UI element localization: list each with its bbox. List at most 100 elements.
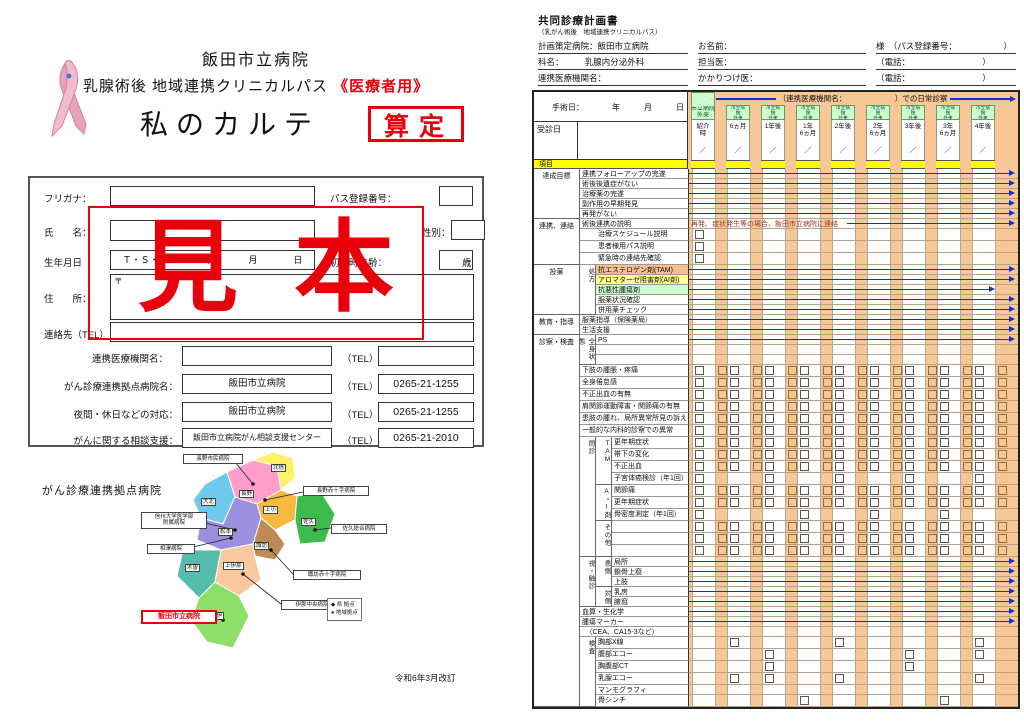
surgery-date-field[interactable]: 手術日： 年 月 日	[534, 92, 687, 122]
checkbox[interactable]	[800, 522, 809, 531]
checkbox[interactable]	[695, 546, 704, 555]
checkbox[interactable]	[730, 378, 739, 387]
checkbox[interactable]	[870, 438, 879, 447]
checkbox[interactable]	[718, 426, 727, 435]
checkbox[interactable]	[823, 546, 832, 555]
checkbox[interactable]	[823, 534, 832, 543]
checkbox[interactable]	[835, 450, 844, 459]
checkbox[interactable]	[765, 662, 774, 671]
checkbox[interactable]	[998, 402, 1007, 411]
checkbox[interactable]	[998, 450, 1007, 459]
checkbox[interactable]	[870, 414, 879, 423]
checkbox[interactable]	[753, 426, 762, 435]
checkbox[interactable]	[940, 438, 949, 447]
checkbox[interactable]	[928, 534, 937, 543]
checkbox[interactable]	[975, 638, 984, 647]
checkbox[interactable]	[858, 462, 867, 471]
checkbox[interactable]	[800, 366, 809, 375]
checkbox[interactable]	[858, 390, 867, 399]
checkbox[interactable]	[730, 438, 739, 447]
checkbox[interactable]	[858, 450, 867, 459]
checkbox[interactable]	[718, 378, 727, 387]
checkbox[interactable]	[893, 378, 902, 387]
checkbox[interactable]	[893, 486, 902, 495]
checkbox[interactable]	[765, 486, 774, 495]
checkbox[interactable]	[695, 254, 704, 263]
checkbox[interactable]	[998, 390, 1007, 399]
checkbox[interactable]	[928, 426, 937, 435]
checkbox[interactable]	[870, 402, 879, 411]
checkbox[interactable]	[835, 674, 844, 683]
checkbox[interactable]	[928, 546, 937, 555]
checkbox[interactable]	[905, 662, 914, 671]
checkbox[interactable]	[940, 390, 949, 399]
checkbox[interactable]	[858, 402, 867, 411]
checkbox[interactable]	[858, 534, 867, 543]
checkbox[interactable]	[858, 498, 867, 507]
checkbox[interactable]	[893, 402, 902, 411]
patient-name-field[interactable]: お名前：	[698, 40, 866, 54]
checkbox[interactable]	[753, 450, 762, 459]
checkbox[interactable]	[905, 522, 914, 531]
checkbox[interactable]	[975, 522, 984, 531]
checkbox[interactable]	[893, 414, 902, 423]
checkbox[interactable]	[858, 438, 867, 447]
checkbox[interactable]	[823, 438, 832, 447]
checkbox[interactable]	[940, 414, 949, 423]
checkbox[interactable]	[718, 450, 727, 459]
checkbox[interactable]	[893, 450, 902, 459]
checkbox[interactable]	[975, 546, 984, 555]
checkbox[interactable]	[963, 402, 972, 411]
checkbox[interactable]	[975, 498, 984, 507]
checkbox[interactable]	[788, 414, 797, 423]
checkbox[interactable]	[753, 534, 762, 543]
checkbox[interactable]	[975, 674, 984, 683]
checkbox[interactable]	[788, 450, 797, 459]
checkbox[interactable]	[765, 522, 774, 531]
checkbox[interactable]	[765, 438, 774, 447]
checkbox[interactable]	[718, 546, 727, 555]
checkbox[interactable]	[835, 498, 844, 507]
checkbox[interactable]	[835, 414, 844, 423]
checkbox[interactable]	[928, 390, 937, 399]
checkbox[interactable]	[998, 378, 1007, 387]
checkbox[interactable]	[940, 450, 949, 459]
checkbox[interactable]	[765, 402, 774, 411]
checkbox[interactable]	[823, 378, 832, 387]
checkbox[interactable]	[893, 522, 902, 531]
date-slash-cell[interactable]: ／	[726, 145, 750, 159]
checkbox[interactable]	[718, 390, 727, 399]
checkbox[interactable]	[788, 366, 797, 375]
checkbox[interactable]	[765, 534, 774, 543]
checkbox[interactable]	[858, 366, 867, 375]
furigana-field[interactable]	[110, 186, 315, 206]
checkbox[interactable]	[963, 546, 972, 555]
checkbox[interactable]	[823, 486, 832, 495]
checkbox[interactable]	[975, 402, 984, 411]
checkbox[interactable]	[975, 486, 984, 495]
checkbox[interactable]	[695, 242, 704, 251]
checkbox[interactable]	[975, 438, 984, 447]
checkbox[interactable]	[753, 546, 762, 555]
checkbox[interactable]	[730, 414, 739, 423]
checkbox[interactable]	[823, 402, 832, 411]
checkbox[interactable]	[998, 366, 1007, 375]
checkbox[interactable]	[893, 366, 902, 375]
checkbox[interactable]	[870, 366, 879, 375]
checkbox[interactable]	[695, 534, 704, 543]
checkbox[interactable]	[823, 390, 832, 399]
date-slash-cell[interactable]: ／	[936, 145, 960, 159]
checkbox[interactable]	[905, 462, 914, 471]
checkbox[interactable]	[800, 486, 809, 495]
checkbox[interactable]	[753, 402, 762, 411]
checkbox[interactable]	[975, 390, 984, 399]
checkbox[interactable]	[858, 414, 867, 423]
checkbox[interactable]	[963, 366, 972, 375]
checkbox[interactable]	[765, 462, 774, 471]
checkbox[interactable]	[940, 366, 949, 375]
checkbox[interactable]	[870, 486, 879, 495]
checkbox[interactable]	[893, 390, 902, 399]
checkbox[interactable]	[765, 498, 774, 507]
checkbox[interactable]	[940, 486, 949, 495]
checkbox[interactable]	[975, 378, 984, 387]
